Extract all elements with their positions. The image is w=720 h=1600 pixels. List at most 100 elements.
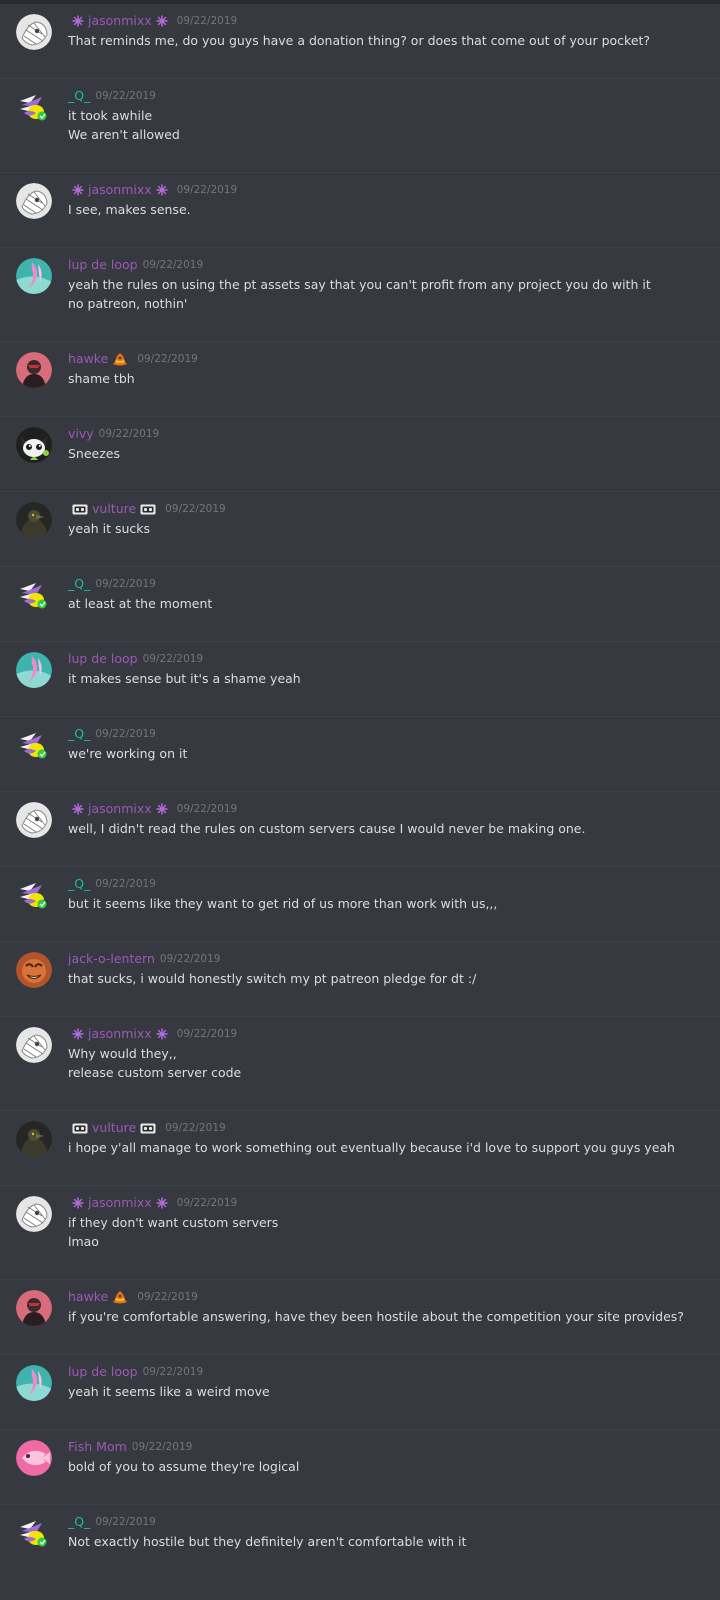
- author-name[interactable]: hawke: [68, 349, 108, 369]
- message-header: lup de loop 09/22/2019: [68, 649, 704, 669]
- avatar[interactable]: [16, 502, 52, 538]
- sparkle-icon: [72, 184, 84, 196]
- message-item[interactable]: hawke 09/22/2019 if you're comfortable ans…: [0, 1280, 720, 1355]
- author-name[interactable]: _Q_: [68, 724, 90, 744]
- message-item[interactable]: lup de loop 09/22/2019 yeah the rules on u…: [0, 248, 720, 342]
- message-header: lup de loop 09/22/2019: [68, 255, 704, 275]
- message-item[interactable]: jasonmixx 09/22/2019 well, I didn't read t…: [0, 792, 720, 867]
- timestamp: 09/22/2019: [95, 578, 156, 590]
- author-name[interactable]: vivy: [68, 424, 94, 444]
- avatar[interactable]: [16, 952, 52, 988]
- message-line: at least at the moment: [68, 596, 213, 611]
- sparkle-icon: [72, 803, 84, 815]
- timestamp: 09/22/2019: [176, 1197, 238, 1209]
- avatar[interactable]: [16, 1121, 52, 1157]
- avatar[interactable]: [16, 183, 52, 219]
- avatar[interactable]: [16, 427, 52, 463]
- avatar[interactable]: [16, 802, 52, 838]
- message-item[interactable]: _Q_ 09/22/2019 we're working on it: [0, 717, 720, 792]
- author-name[interactable]: lup de loop: [68, 649, 138, 669]
- message-line: it makes sense but it's a shame yeah: [68, 671, 301, 686]
- message-item[interactable]: _Q_ 09/22/2019 Not exactly hostile but the…: [0, 1505, 720, 1580]
- message-line: i hope y'all manage to work something ou…: [68, 1140, 675, 1155]
- avatar[interactable]: [16, 89, 52, 125]
- avatar[interactable]: [16, 577, 52, 613]
- timestamp: 09/22/2019: [95, 90, 156, 102]
- hat-icon: [112, 1290, 128, 1304]
- message-content: That reminds me, do you guys have a dona…: [68, 31, 704, 50]
- message-line: that sucks, i would honestly switch my p…: [68, 971, 477, 986]
- author-name[interactable]: jasonmixx: [88, 180, 152, 200]
- message-content: yeah it seems like a weird move: [68, 1382, 704, 1401]
- message-item[interactable]: vivy 09/22/2019 Sneezes: [0, 417, 720, 492]
- author-name[interactable]: vulture: [92, 1118, 136, 1138]
- message-item[interactable]: jasonmixx 09/22/2019 if they don't want cu…: [0, 1186, 720, 1280]
- timestamp: 09/22/2019: [176, 1028, 238, 1040]
- avatar[interactable]: [16, 727, 52, 763]
- avatar[interactable]: [16, 652, 52, 688]
- cassette-icon: [140, 504, 156, 515]
- timestamp: 09/22/2019: [176, 184, 238, 196]
- message-item[interactable]: vulture 09/22/2019 yeah it sucks: [0, 492, 720, 567]
- message-header: hawke 09/22/2019: [68, 1287, 704, 1307]
- avatar[interactable]: [16, 1440, 52, 1476]
- message-line: Sneezes: [68, 446, 121, 461]
- message-item[interactable]: _Q_ 09/22/2019 at least at the moment: [0, 567, 720, 642]
- author-name[interactable]: jasonmixx: [88, 11, 152, 31]
- message-item[interactable]: _Q_ 09/22/2019 but it seems like they want…: [0, 867, 720, 942]
- timestamp: 09/22/2019: [95, 728, 156, 740]
- timestamp: 09/22/2019: [159, 953, 221, 965]
- author-name[interactable]: lup de loop: [68, 1362, 138, 1382]
- avatar[interactable]: [16, 877, 52, 913]
- author-name[interactable]: jasonmixx: [88, 799, 152, 819]
- message-line: if you're comfortable answering, have th…: [68, 1309, 684, 1324]
- author-name[interactable]: jack-o-lentern: [68, 949, 155, 969]
- avatar[interactable]: [16, 1196, 52, 1232]
- timestamp: 09/22/2019: [137, 1291, 198, 1303]
- sparkle-icon: [72, 1197, 84, 1209]
- message-header: _Q_ 09/22/2019: [68, 574, 704, 594]
- avatar[interactable]: [16, 1365, 52, 1401]
- message-item[interactable]: hawke 09/22/2019 shame tbh: [0, 342, 720, 417]
- author-name[interactable]: _Q_: [68, 874, 90, 894]
- author-name[interactable]: _Q_: [68, 1512, 90, 1532]
- author-name[interactable]: jasonmixx: [88, 1193, 152, 1213]
- avatar[interactable]: [16, 1515, 52, 1551]
- timestamp: 09/22/2019: [142, 653, 204, 665]
- author-name[interactable]: vulture: [92, 499, 136, 519]
- cassette-icon: [140, 1123, 156, 1134]
- timestamp: 09/22/2019: [95, 1516, 156, 1528]
- author-name[interactable]: lup de loop: [68, 255, 138, 275]
- message-header: jack-o-lentern 09/22/2019: [68, 949, 704, 969]
- message-content: bold of you to assume they're logical: [68, 1457, 704, 1476]
- avatar[interactable]: [16, 258, 52, 294]
- message-item[interactable]: jack-o-lentern 09/22/2019 that sucks, i wo…: [0, 942, 720, 1017]
- message-content: if they don't want custom servers lmao: [68, 1213, 704, 1251]
- message-item[interactable]: jasonmixx 09/22/2019 I see, makes sense.: [0, 173, 720, 248]
- message-content: if you're comfortable answering, have th…: [68, 1307, 704, 1326]
- message-list[interactable]: jasonmixx 09/22/2019 That reminds me, do y…: [0, 0, 720, 1600]
- message-header: _Q_ 09/22/2019: [68, 874, 704, 894]
- message-item[interactable]: _Q_ 09/22/2019 it took awhile We aren't all…: [0, 79, 720, 173]
- timestamp: 09/22/2019: [95, 878, 156, 890]
- avatar[interactable]: [16, 14, 52, 50]
- message-item[interactable]: Fish Mom 09/22/2019 bold of you to assume …: [0, 1430, 720, 1505]
- message-content: yeah the rules on using the pt assets sa…: [68, 275, 704, 313]
- message-item[interactable]: jasonmixx 09/22/2019 Why would they,, relea…: [0, 1017, 720, 1111]
- message-content: shame tbh: [68, 369, 704, 388]
- avatar[interactable]: [16, 1027, 52, 1063]
- message-item[interactable]: lup de loop 09/22/2019 it makes sense but …: [0, 642, 720, 717]
- message-item[interactable]: jasonmixx 09/22/2019 That reminds me, do y…: [0, 4, 720, 79]
- author-name[interactable]: _Q_: [68, 574, 90, 594]
- avatar[interactable]: [16, 352, 52, 388]
- avatar[interactable]: [16, 1290, 52, 1326]
- message-item[interactable]: vulture 09/22/2019 i hope y'all manage to …: [0, 1111, 720, 1186]
- author-name[interactable]: hawke: [68, 1287, 108, 1307]
- author-name[interactable]: _Q_: [68, 86, 90, 106]
- message-header: lup de loop 09/22/2019: [68, 1362, 704, 1382]
- author-name[interactable]: Fish Mom: [68, 1437, 127, 1457]
- message-line: yeah the rules on using the pt assets sa…: [68, 277, 651, 292]
- message-item[interactable]: lup de loop 09/22/2019 yeah it seems like …: [0, 1355, 720, 1430]
- timestamp: 09/22/2019: [98, 428, 160, 440]
- author-name[interactable]: jasonmixx: [88, 1024, 152, 1044]
